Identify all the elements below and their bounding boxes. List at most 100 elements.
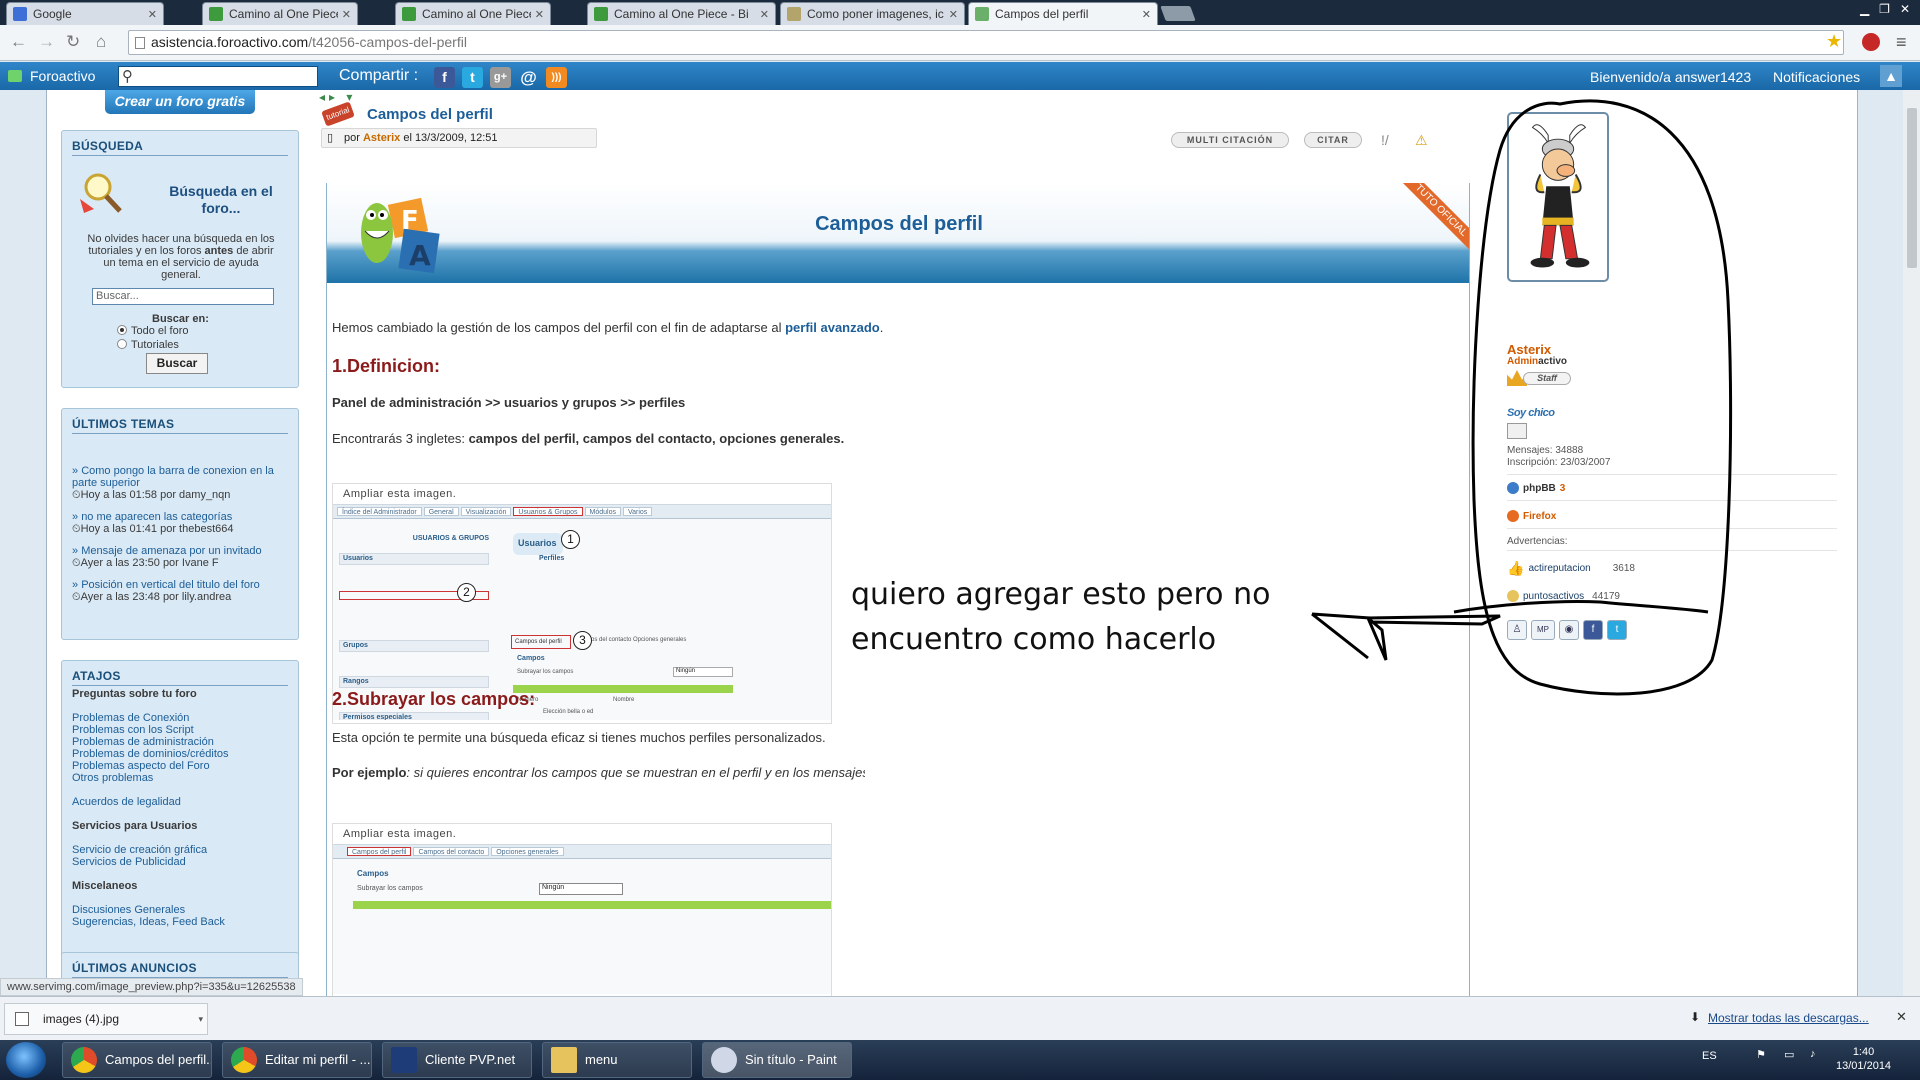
radio-icon[interactable]	[117, 325, 127, 335]
radio-icon[interactable]	[117, 339, 127, 349]
close-icon[interactable]: ✕	[1896, 1009, 1907, 1025]
post-author[interactable]: Asterix	[363, 132, 400, 144]
close-icon[interactable]: ✕	[1142, 8, 1151, 21]
volume-icon[interactable]: ♪	[1810, 1048, 1816, 1060]
post-date: el 13/3/2009, 12:51	[400, 132, 498, 144]
shortcut-link[interactable]: Servicios de Publicidad	[72, 856, 290, 868]
topic-title[interactable]: Como pongo la barra de conexion en la pa…	[72, 465, 274, 489]
enlarge-image-link[interactable]: Ampliar esta imagen.	[333, 484, 831, 504]
start-button[interactable]	[6, 1042, 46, 1078]
search-button[interactable]: Buscar	[146, 353, 208, 374]
taskbar-item[interactable]: Editar mi perfil - ...	[222, 1042, 372, 1078]
shortcut-link[interactable]: Servicio de creación gráfica	[72, 844, 290, 856]
facebook-share-icon[interactable]: f	[434, 67, 455, 88]
taskbar-item[interactable]: menu	[542, 1042, 692, 1078]
shot-tab: Módulos	[584, 507, 621, 516]
facebook-icon[interactable]: f	[1583, 620, 1603, 640]
email-share-icon[interactable]: @	[518, 67, 539, 88]
new-tab-button[interactable]	[1160, 6, 1196, 21]
address-bar[interactable]: asistencia.foroactivo.com/t42056-campos-…	[128, 30, 1844, 55]
forum-search-input[interactable]: ⚲	[118, 66, 318, 87]
home-icon[interactable]: ⌂	[96, 32, 106, 52]
rss-icon[interactable]: )))	[546, 67, 567, 88]
page-scrollbar[interactable]	[1903, 90, 1920, 996]
notifications-link[interactable]: Notificaciones	[1773, 69, 1860, 85]
profile-icon[interactable]: ♙	[1507, 620, 1527, 640]
multiquote-button[interactable]: MULTI CITACIÓN	[1171, 132, 1289, 148]
reload-icon[interactable]: ↻	[66, 32, 80, 52]
browser-tab-active[interactable]: Campos del perfil ✕	[968, 2, 1158, 25]
close-icon[interactable]: ✕	[949, 8, 958, 21]
welcome-user[interactable]: Bienvenido/a answer1423	[1590, 69, 1751, 85]
enlarge-image-link[interactable]: Ampliar esta imagen.	[333, 824, 831, 844]
browser-tab[interactable]: Google ✕	[6, 2, 164, 25]
quote-button[interactable]: CITAR	[1304, 132, 1362, 148]
close-icon[interactable]: ✕	[148, 8, 157, 21]
shortcut-link[interactable]: Problemas con los Script	[72, 724, 290, 736]
close-icon[interactable]: ✕	[342, 8, 351, 21]
post-nav-arrows[interactable]: ◂▸ ▾	[319, 90, 356, 104]
shortcut-link[interactable]: Discusiones Generales	[72, 904, 290, 916]
browser-tab[interactable]: Como poner imagenes, ic ✕	[780, 2, 965, 25]
latest-topic-link[interactable]: » Posición en vertical del titulo del fo…	[72, 579, 290, 591]
scroll-top-icon[interactable]: ▲	[1880, 65, 1902, 87]
website-icon[interactable]: ◉	[1559, 620, 1579, 640]
screenshot-figure-2[interactable]: Ampliar esta imagen. Campos del perfil C…	[332, 823, 832, 996]
screenshot-figure-1[interactable]: Ampliar esta imagen. Índice del Administ…	[332, 483, 832, 724]
topic-title[interactable]: Mensaje de amenaza por un invitado	[81, 545, 261, 557]
close-window-icon[interactable]: ✕	[1900, 2, 1910, 16]
avatar[interactable]	[1507, 112, 1609, 282]
maximize-icon[interactable]: ❐	[1879, 2, 1890, 16]
taskbar-item[interactable]: Campos del perfil...	[62, 1042, 212, 1078]
shortcut-link[interactable]: Problemas de Conexión	[72, 712, 290, 724]
shortcut-link[interactable]: Problemas aspecto del Foro	[72, 760, 290, 772]
shortcut-link[interactable]: Acuerdos de legalidad	[72, 796, 290, 808]
flag-icon[interactable]: ⚑	[1756, 1048, 1766, 1061]
system-clock[interactable]: 1:40 13/01/2014	[1836, 1045, 1891, 1073]
shortcut-link[interactable]: Problemas de dominios/créditos	[72, 748, 290, 760]
profile-username[interactable]: Asterix	[1507, 342, 1551, 357]
close-icon[interactable]: ✕	[535, 8, 544, 21]
bookmark-star-icon[interactable]: ★	[1826, 31, 1842, 52]
taskbar-item[interactable]: Cliente PVP.net	[382, 1042, 532, 1078]
shortcut-link[interactable]: Problemas de administración	[72, 736, 290, 748]
section-heading: 2.Subrayar los campos:	[332, 689, 536, 709]
back-icon[interactable]: ←	[10, 32, 27, 52]
topic-title[interactable]: Posición en vertical del titulo del foro	[81, 579, 260, 591]
network-icon[interactable]: ▭	[1784, 1048, 1794, 1061]
sidebar-search-input[interactable]: Buscar...	[92, 288, 274, 305]
browser-tab[interactable]: Camino al One Piece - Bi ✕	[202, 2, 358, 25]
radio-all-forum[interactable]: Todo el foro	[117, 325, 188, 337]
taskbar-item-active[interactable]: Sin título - Paint	[702, 1042, 852, 1078]
download-item[interactable]: images (4).jpg ▾	[4, 1003, 208, 1035]
show-all-downloads-link[interactable]: Mostrar todas las descargas...	[1708, 1011, 1869, 1025]
twitter-icon[interactable]: t	[1607, 620, 1627, 640]
extension-icon[interactable]	[1862, 33, 1880, 51]
report-icon[interactable]: !/	[1381, 132, 1389, 148]
minimize-icon[interactable]: ▁	[1860, 2, 1869, 16]
browser-tab[interactable]: Camino al One Piece - Bi ✕	[587, 2, 776, 25]
chevron-down-icon[interactable]: ▾	[198, 1004, 203, 1034]
forward-icon[interactable]: →	[38, 32, 55, 52]
post-title[interactable]: Campos del perfil	[367, 106, 493, 123]
radio-tutorials[interactable]: Tutoriales	[117, 339, 179, 351]
browser-menu-icon[interactable]: ≡	[1896, 32, 1907, 53]
browser-tab[interactable]: Camino al One Piece - Bi ✕	[395, 2, 551, 25]
googleplus-share-icon[interactable]: g+	[490, 67, 511, 88]
language-indicator[interactable]: ES	[1702, 1050, 1717, 1062]
latest-topic-link[interactable]: » Como pongo la barra de conexion en la …	[72, 465, 290, 489]
latest-topic-link[interactable]: » Mensaje de amenaza por un invitado	[72, 545, 290, 557]
shortcut-link[interactable]: Otros problemas	[72, 772, 290, 784]
foroactivo-logo[interactable]: Foroactivo	[8, 68, 95, 84]
topic-title[interactable]: no me aparecen las categorías	[81, 511, 232, 523]
advanced-profile-link[interactable]: perfil avanzado	[785, 320, 880, 335]
close-icon[interactable]: ✕	[760, 8, 769, 21]
scrollbar-thumb[interactable]	[1907, 108, 1917, 268]
warn-icon[interactable]: ⚠	[1415, 132, 1428, 149]
create-forum-button[interactable]: Crear un foro gratis	[105, 90, 255, 114]
private-message-icon[interactable]: MP	[1531, 620, 1555, 640]
twitter-share-icon[interactable]: t	[462, 67, 483, 88]
shortcut-link[interactable]: Sugerencias, Ideas, Feed Back	[72, 916, 290, 928]
shortcuts-group-title: Preguntas sobre tu foro	[72, 688, 197, 700]
latest-topic-link[interactable]: » no me aparecen las categorías	[72, 511, 290, 523]
